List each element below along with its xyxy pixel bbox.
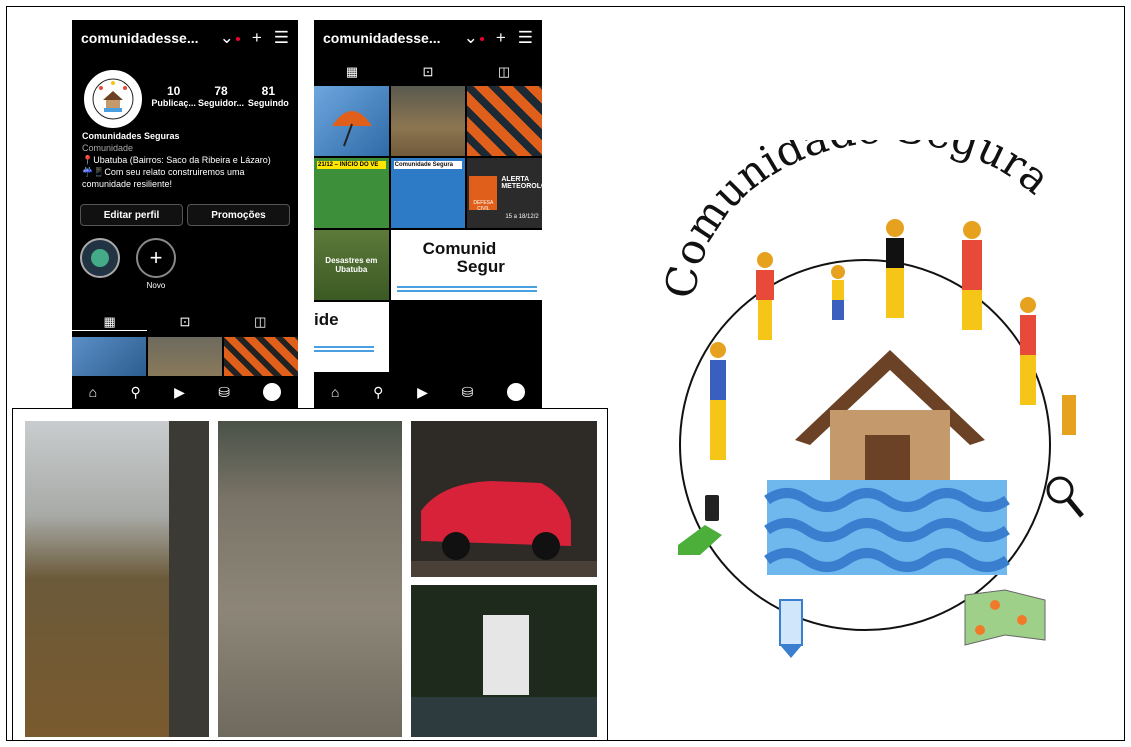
profile-avatar-icon[interactable] bbox=[507, 383, 526, 401]
instagram-grid-screen: comunidadesse... ⌄ + ☰ ▦ ⊡ ◫ 21/12 – INÍ… bbox=[314, 20, 542, 408]
logo-title: Comunidade Segura bbox=[660, 140, 1060, 301]
post-flood-car[interactable] bbox=[390, 86, 466, 156]
photo-flooded-street bbox=[25, 421, 209, 737]
reels-nav-icon[interactable]: ▶ bbox=[174, 384, 185, 401]
grid-icon[interactable]: ▦ bbox=[314, 64, 390, 80]
menu-icon[interactable]: ☰ bbox=[274, 28, 289, 48]
post-defesa-civil: DEFESA CIVIL bbox=[469, 176, 498, 212]
reels-icon[interactable]: ⊡ bbox=[390, 64, 466, 80]
profile-tabs: ▦ ⊡ ◫ bbox=[314, 60, 542, 84]
story-highlight[interactable] bbox=[80, 238, 120, 281]
profile-topbar: comunidadesse... ⌄ + ☰ bbox=[72, 20, 298, 56]
highlight-cover bbox=[80, 238, 120, 278]
photo-door bbox=[483, 615, 529, 695]
profile-buttons: Editar perfil Promoções bbox=[80, 204, 290, 226]
post-alerta-date: 15 a 18/12/2 bbox=[505, 214, 539, 220]
profile-topbar: comunidadesse... ⌄ + ☰ bbox=[314, 20, 542, 56]
grid-icon[interactable]: ▦ bbox=[72, 314, 148, 331]
water-icon bbox=[764, 480, 1010, 575]
map-icon bbox=[964, 589, 1046, 646]
post-umbrella[interactable] bbox=[314, 86, 389, 156]
post-thumbnail[interactable] bbox=[148, 337, 222, 377]
post-grid: 21/12 – INÍCIO DO VE Comunidade Segura D… bbox=[314, 86, 542, 372]
menu-icon[interactable]: ☰ bbox=[518, 28, 533, 48]
bottom-nav: ⌂ ⚲ ▶ ⛁ bbox=[314, 376, 542, 408]
post-thumbnail[interactable] bbox=[72, 337, 146, 377]
profile-bio: Comunidades Seguras Comunidade 📍Ubatuba … bbox=[82, 130, 292, 190]
new-highlight-label: Novo bbox=[146, 281, 166, 290]
post-verao[interactable]: 21/12 – INÍCIO DO VE bbox=[314, 158, 389, 228]
photo-muddy-road bbox=[218, 421, 402, 737]
avatar[interactable] bbox=[84, 70, 142, 128]
add-icon[interactable]: + bbox=[252, 28, 262, 48]
plus-icon: + bbox=[136, 238, 176, 278]
post-comunidade-title: Comunidade Segura bbox=[393, 161, 463, 169]
post-alerta[interactable]: DEFESA CIVIL ALERTA METEOROLÓ 15 a 18/12… bbox=[467, 158, 542, 228]
post-desastres-title: Desastres em Ubatuba bbox=[325, 256, 378, 274]
username[interactable]: comunidadesse... bbox=[81, 30, 208, 46]
post-big-title-1: Comunid bbox=[422, 239, 497, 258]
instagram-profile-screen: comunidadesse... ⌄ + ☰ 10 Publicaç... 78 S… bbox=[72, 20, 298, 408]
profile-stats: 10 Publicaç... 78 Seguidor... 81 Seguindo bbox=[150, 84, 292, 108]
bottom-nav: ⌂ ⚲ ▶ ⛁ bbox=[72, 376, 298, 408]
magnifier-icon bbox=[1046, 476, 1084, 518]
flood-photo-collage bbox=[12, 408, 608, 741]
post-verao-title: 21/12 – INÍCIO DO VE bbox=[317, 161, 386, 169]
add-icon[interactable]: + bbox=[496, 28, 506, 48]
username[interactable]: comunidadesse... bbox=[323, 30, 452, 46]
post-thumbnail[interactable] bbox=[224, 337, 298, 377]
post-ide[interactable]: ide bbox=[314, 302, 389, 372]
edit-profile-button[interactable]: Editar perfil bbox=[80, 204, 183, 226]
promotions-button[interactable]: Promoções bbox=[187, 204, 290, 226]
shop-icon[interactable]: ⛁ bbox=[218, 384, 230, 401]
search-icon[interactable]: ⚲ bbox=[373, 384, 383, 401]
profile-name: Comunidades Seguras bbox=[82, 131, 180, 141]
photo-wall bbox=[169, 421, 209, 737]
home-icon[interactable]: ⌂ bbox=[331, 384, 339, 400]
post-ide-text: ide bbox=[314, 310, 339, 329]
tagged-icon[interactable]: ◫ bbox=[223, 314, 298, 330]
post-comunidade[interactable]: Comunidade Segura bbox=[390, 158, 466, 228]
photo-flooded-house bbox=[411, 585, 597, 737]
post-big-title-2: Segur bbox=[456, 257, 505, 276]
photo-red-car bbox=[411, 421, 597, 577]
chevron-down-icon[interactable]: ⌄ bbox=[220, 28, 240, 48]
wave-line bbox=[396, 286, 537, 292]
tagged-icon[interactable]: ◫ bbox=[466, 64, 542, 80]
stat-followers[interactable]: 78 Seguidor... bbox=[197, 84, 244, 108]
stat-posts[interactable]: 10 Publicaç... bbox=[150, 84, 197, 108]
photo-water bbox=[411, 697, 597, 737]
profile-avatar-icon[interactable] bbox=[263, 383, 282, 401]
post-alerta-title: ALERTA METEOROLÓ bbox=[501, 176, 542, 190]
reels-nav-icon[interactable]: ▶ bbox=[417, 384, 428, 401]
shop-icon[interactable]: ⛁ bbox=[462, 384, 474, 401]
post-big-title[interactable]: Comunid Segur bbox=[390, 230, 542, 300]
home-icon[interactable]: ⌂ bbox=[89, 384, 97, 400]
phone-icon bbox=[678, 495, 722, 555]
comunidade-segura-logo: Comunidade Segura bbox=[656, 103, 1090, 660]
rain-gauge-icon bbox=[779, 599, 803, 658]
post-desastres[interactable]: Desastres em Ubatuba bbox=[314, 230, 389, 300]
post-barrier[interactable] bbox=[467, 86, 542, 156]
profile-tabs: ▦ ⊡ ◫ bbox=[72, 310, 298, 334]
reels-icon[interactable]: ⊡ bbox=[147, 314, 222, 330]
bio-location: 📍Ubatuba (Bairros: Saco da Ribeira e Láz… bbox=[82, 155, 271, 165]
search-icon[interactable]: ⚲ bbox=[130, 384, 140, 401]
profile-category: Comunidade bbox=[82, 143, 134, 153]
new-highlight[interactable]: + Novo bbox=[136, 238, 176, 290]
wave-line bbox=[314, 346, 374, 352]
chevron-down-icon[interactable]: ⌄ bbox=[464, 28, 484, 48]
post-grid bbox=[72, 337, 298, 377]
bio-text: ☔📱Com seu relato construiremos uma comun… bbox=[82, 167, 245, 189]
stat-following[interactable]: 81 Seguindo bbox=[245, 84, 292, 108]
